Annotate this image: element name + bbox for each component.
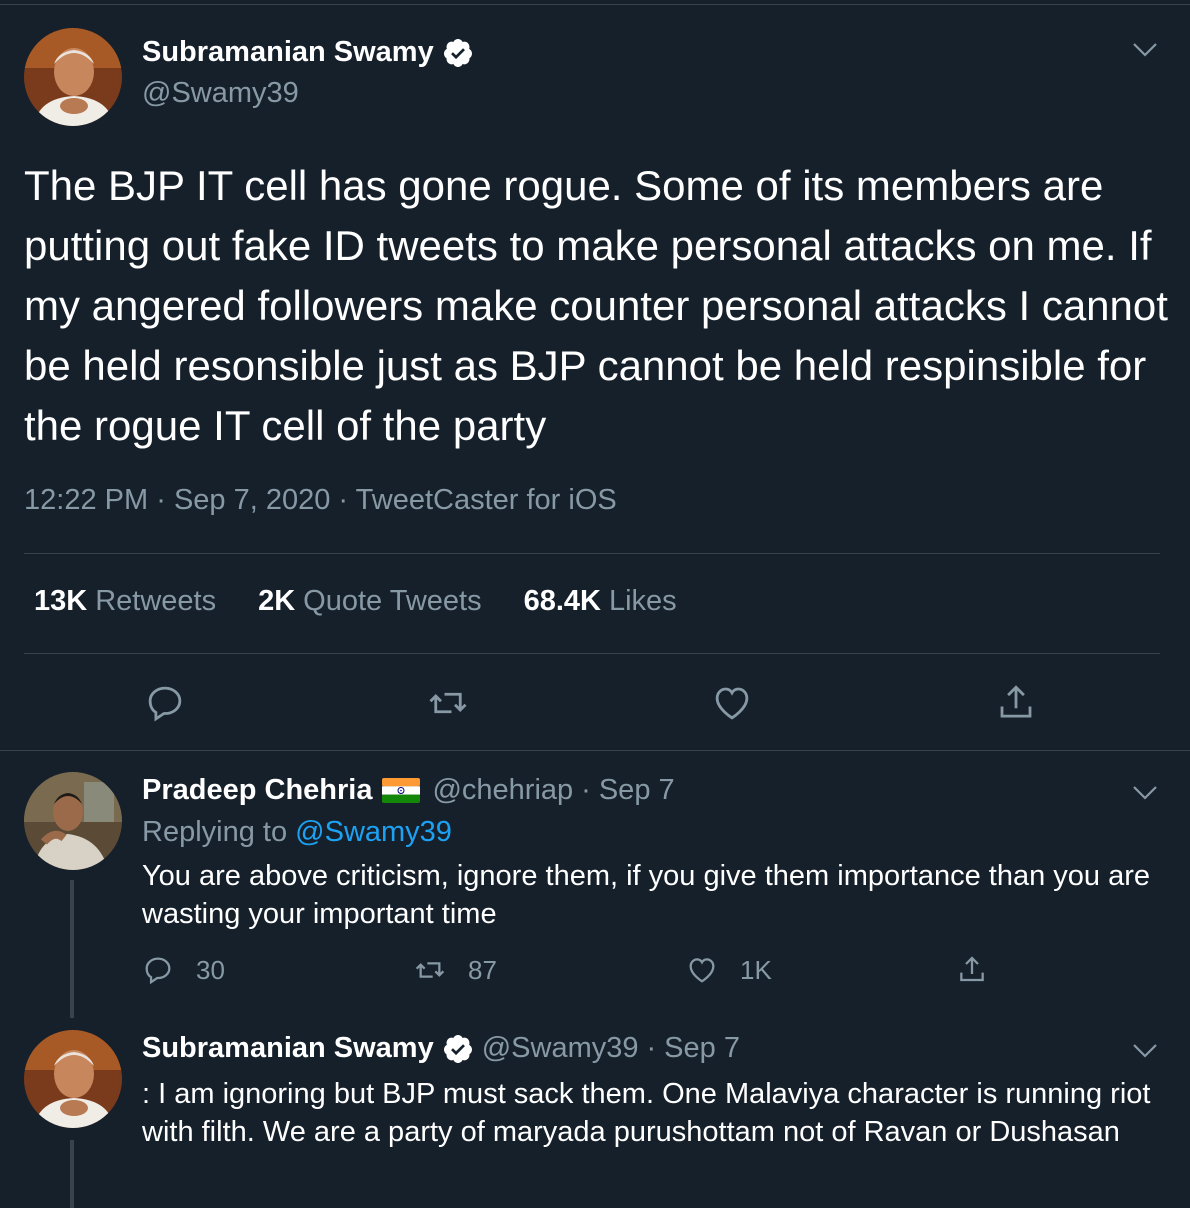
verified-badge-icon <box>442 1033 474 1065</box>
divider <box>24 553 1160 554</box>
tweet-text: The BJP IT cell has gone rogue. Some of … <box>24 162 1168 449</box>
verified-badge-icon <box>442 37 474 69</box>
quote-tweets-stat[interactable]: 2K Quote Tweets <box>258 585 481 618</box>
reply-button[interactable]: 30 <box>142 954 225 986</box>
author-name[interactable]: Subramanian Swamy <box>142 36 434 69</box>
share-icon <box>960 956 984 982</box>
separator: · <box>581 774 591 806</box>
retweet-icon <box>415 962 445 978</box>
thread-line <box>70 1140 74 1208</box>
reply-header: Pradeep Chehria @chehriap · Sep 7 <box>142 774 675 807</box>
like-icon <box>689 958 715 983</box>
reply-header: Subramanian Swamy @Swamy39 · Sep 7 <box>142 1032 740 1065</box>
tweet-date[interactable]: Sep 7, 2020 <box>174 484 330 516</box>
separator: · <box>338 484 349 516</box>
quotes-label: Quote Tweets <box>303 585 482 617</box>
author-handle[interactable]: @Swamy39 <box>482 1032 639 1065</box>
author-handle[interactable]: @chehriap <box>432 774 573 807</box>
india-flag-icon <box>382 778 421 803</box>
retweets-count: 13K <box>34 585 88 617</box>
reply-date[interactable]: Sep 7 <box>664 1032 740 1065</box>
retweets-stat[interactable]: 13K Retweets <box>34 585 216 618</box>
retweet-icon <box>429 692 467 714</box>
top-border <box>0 4 1190 5</box>
separator: · <box>646 1032 657 1064</box>
retweet-count: 87 <box>468 954 497 985</box>
quotes-count: 2K <box>258 585 296 617</box>
like-count: 1K <box>740 954 772 985</box>
author-name-row: Subramanian Swamy <box>142 36 474 69</box>
share-icon <box>1000 685 1032 718</box>
thread-line <box>70 880 74 1018</box>
likes-stat[interactable]: 68.4K Likes <box>524 585 677 618</box>
reply-text: You are above criticism, ignore them, if… <box>142 860 1151 930</box>
retweet-button[interactable] <box>427 682 469 724</box>
author-name[interactable]: Subramanian Swamy <box>142 1032 434 1065</box>
divider <box>24 653 1160 654</box>
share-button[interactable] <box>956 954 988 986</box>
likes-count: 68.4K <box>523 585 601 617</box>
reply-icon <box>148 686 182 722</box>
divider <box>0 750 1190 751</box>
avatar[interactable] <box>24 28 122 126</box>
chevron-down-icon[interactable] <box>1132 42 1158 58</box>
likes-label: Likes <box>608 585 677 617</box>
replying-handle-link[interactable]: @Swamy39 <box>295 816 452 848</box>
reply-button[interactable] <box>144 682 186 724</box>
like-button[interactable] <box>711 682 753 724</box>
tweet-meta: 12:22 PM · Sep 7, 2020 · TweetCaster for… <box>24 484 617 517</box>
tweet-time[interactable]: 12:22 PM <box>24 484 148 516</box>
avatar[interactable] <box>24 772 122 870</box>
author-handle[interactable]: @Swamy39 <box>142 77 299 110</box>
tweet-source[interactable]: TweetCaster for iOS <box>356 484 617 516</box>
chevron-down-icon[interactable] <box>1132 785 1158 801</box>
replying-to: Replying to @Swamy39 <box>142 816 452 849</box>
retweets-label: Retweets <box>95 585 217 617</box>
avatar[interactable] <box>24 1030 122 1128</box>
author-name[interactable]: Pradeep Chehria <box>142 774 372 807</box>
reply-text: : I am ignoring but BJP must sack them. … <box>142 1078 1151 1148</box>
reply-icon <box>145 957 171 985</box>
like-icon <box>715 687 749 720</box>
like-button[interactable]: 1K <box>686 954 772 986</box>
tweet-stats: 13K Retweets 2K Quote Tweets 68.4K Likes <box>34 585 719 618</box>
chevron-down-icon[interactable] <box>1132 1043 1158 1059</box>
replying-prefix: Replying to <box>142 816 288 848</box>
share-button[interactable] <box>995 682 1037 724</box>
reply-date[interactable]: Sep 7 <box>599 774 675 807</box>
separator: · <box>156 484 166 516</box>
retweet-button[interactable]: 87 <box>414 954 497 986</box>
reply-count: 30 <box>196 954 225 985</box>
